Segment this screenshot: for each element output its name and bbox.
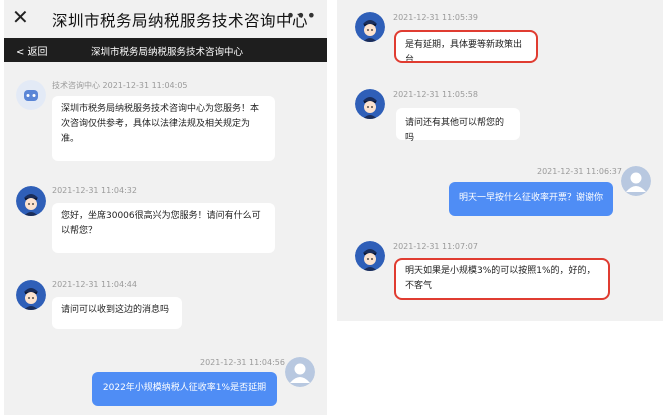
- close-icon[interactable]: ✕: [12, 5, 29, 29]
- agent-message: 深圳市税务局纳税服务技术咨询中心为您服务！本次咨询仅供参考，具体以法律法规及相关…: [52, 96, 275, 161]
- agent-message-highlighted: 是有延期，具体要等新政策出台: [394, 30, 538, 65]
- message-timestamp: 2021-12-31 11:04:56: [200, 358, 285, 367]
- more-icon[interactable]: •••: [286, 6, 317, 25]
- message-timestamp: 2021-12-31 11:04:32: [52, 186, 137, 195]
- agent-message-highlighted: 明天如果是小规模3%的可以按照1%的，好的，不客气: [394, 258, 610, 300]
- message-timestamp: 技术咨询中心 2021-12-31 11:04:05: [52, 81, 188, 90]
- page-title: 深圳市税务局纳税服务技术咨询中心: [52, 12, 309, 30]
- agent-avatar: [16, 186, 46, 216]
- message-timestamp: 2021-12-31 11:05:58: [393, 90, 478, 99]
- agent-message: 请问还有其他可以帮您的吗: [396, 108, 520, 143]
- agent-avatar: [355, 241, 385, 271]
- sub-header-title: 深圳市税务局纳税服务技术咨询中心: [91, 47, 244, 58]
- right-chat-panel: 2021-12-31 11:05:39 是有延期，具体要等新政策出台 2021-…: [337, 0, 663, 321]
- sub-header: < 返回 深圳市税务局纳税服务技术咨询中心: [4, 38, 327, 62]
- back-button[interactable]: < 返回: [16, 43, 48, 58]
- user-message: 2022年小规模纳税人征收率1%是否延期: [92, 372, 277, 406]
- top-bar: ✕ 深圳市税务局纳税服务技术咨询中心 •••: [4, 0, 327, 38]
- agent-avatar: [355, 89, 385, 119]
- user-avatar: [621, 166, 651, 196]
- agent-message: 请问可以收到这边的消息吗: [52, 297, 182, 329]
- message-timestamp: 2021-12-31 11:05:39: [393, 13, 478, 22]
- user-avatar: [285, 357, 315, 387]
- user-message: 明天一早按什么征收率开票？谢谢你: [449, 182, 613, 216]
- agent-message: 您好，坐席30006很高兴为您服务！请问有什么可以帮您？: [52, 203, 275, 253]
- agent-avatar: [16, 280, 46, 310]
- message-timestamp: 2021-12-31 11:04:44: [52, 280, 137, 289]
- bot-avatar: [16, 80, 46, 110]
- message-timestamp: 2021-12-31 11:07:07: [393, 242, 478, 251]
- left-chat-panel: ✕ 深圳市税务局纳税服务技术咨询中心 ••• < 返回 深圳市税务局纳税服务技术…: [4, 0, 327, 415]
- agent-avatar: [355, 12, 385, 42]
- message-timestamp: 2021-12-31 11:06:37: [537, 167, 622, 176]
